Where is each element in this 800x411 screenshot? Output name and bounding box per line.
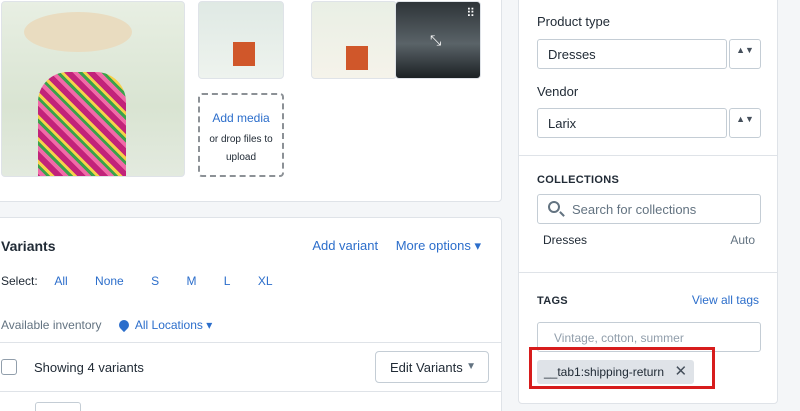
product-image-3[interactable] — [311, 1, 397, 79]
add-media-link[interactable]: Add media — [200, 111, 282, 125]
variants-bulk-row: Showing 4 variants Edit Variants ▼ — [1, 351, 489, 385]
product-type-field[interactable]: Dresses — [537, 39, 727, 69]
product-type-stepper-icon[interactable]: ▲▼ — [729, 39, 761, 69]
organization-card: Product type Dresses ▲▼ Vendor Larix ▲▼ … — [518, 0, 778, 404]
select-none[interactable]: None — [95, 274, 124, 288]
product-image-2[interactable] — [198, 1, 284, 79]
shorts-shape — [346, 46, 368, 70]
collections-search-placeholder: Search for collections — [572, 202, 697, 217]
add-variant-link[interactable]: Add variant — [312, 238, 378, 253]
location-dropdown[interactable]: All Locations ▾ — [116, 317, 213, 333]
divider — [519, 272, 777, 273]
vendor-field[interactable]: Larix — [537, 108, 727, 138]
inventory-label: Available inventory — [1, 318, 102, 332]
edit-variants-button[interactable]: Edit Variants ▼ — [375, 351, 489, 383]
drag-handle-icon[interactable]: ⠿ — [466, 6, 475, 20]
more-options-link[interactable]: More options ▾ — [396, 238, 481, 253]
hat-shape — [24, 12, 132, 52]
select-size-m[interactable]: M — [186, 274, 196, 288]
tags-heading: TAGS — [537, 295, 568, 307]
add-media-hint: or drop files to upload — [209, 134, 273, 163]
highlight-box — [529, 347, 715, 389]
variants-actions: Add variant More options ▾ — [298, 238, 481, 254]
select-label: Select: — [1, 274, 38, 288]
product-type-label: Product type — [537, 14, 610, 29]
variant-row-stub[interactable] — [35, 402, 81, 411]
search-icon — [548, 201, 560, 213]
location-pin-icon — [116, 317, 131, 333]
divider — [0, 391, 501, 392]
variant-select-bar: Select: All None S M L XL — [1, 274, 297, 288]
variants-title: Variants — [1, 238, 56, 254]
select-size-xl[interactable]: XL — [258, 274, 273, 288]
view-all-tags-link[interactable]: View all tags — [692, 293, 759, 307]
variants-card: Variants Add variant More options ▾ Sele… — [0, 217, 502, 411]
divider — [0, 342, 501, 343]
edit-variants-label: Edit Variants — [390, 360, 463, 375]
shorts-shape — [233, 42, 255, 66]
vendor-stepper-icon[interactable]: ▲▼ — [729, 108, 761, 138]
media-card: ⠿ ⤡ Add media or drop files to upload — [0, 0, 502, 202]
collections-heading: COLLECTIONS — [537, 174, 620, 186]
inventory-filter: Available inventory All Locations ▾ — [1, 317, 213, 333]
select-all[interactable]: All — [54, 274, 67, 288]
dress-shape — [38, 72, 126, 176]
vendor-label: Vendor — [537, 84, 579, 99]
add-media-dropzone[interactable]: Add media or drop files to upload — [198, 93, 284, 177]
collection-type: Auto — [730, 233, 755, 247]
select-all-checkbox[interactable] — [1, 359, 17, 375]
location-label: All Locations ▾ — [134, 318, 213, 332]
product-image-4[interactable]: ⠿ ⤡ — [395, 1, 481, 79]
select-size-s[interactable]: S — [151, 274, 159, 288]
collections-search-input[interactable]: Search for collections — [537, 194, 761, 224]
product-image-main[interactable] — [1, 1, 185, 177]
divider — [519, 155, 777, 156]
select-size-l[interactable]: L — [224, 274, 231, 288]
chevron-down-icon: ▼ — [466, 361, 476, 372]
expand-icon[interactable]: ⤡ — [430, 32, 441, 49]
collection-item: Dresses Auto — [543, 233, 755, 247]
collection-name: Dresses — [543, 233, 588, 247]
variants-count: Showing 4 variants — [34, 360, 144, 375]
